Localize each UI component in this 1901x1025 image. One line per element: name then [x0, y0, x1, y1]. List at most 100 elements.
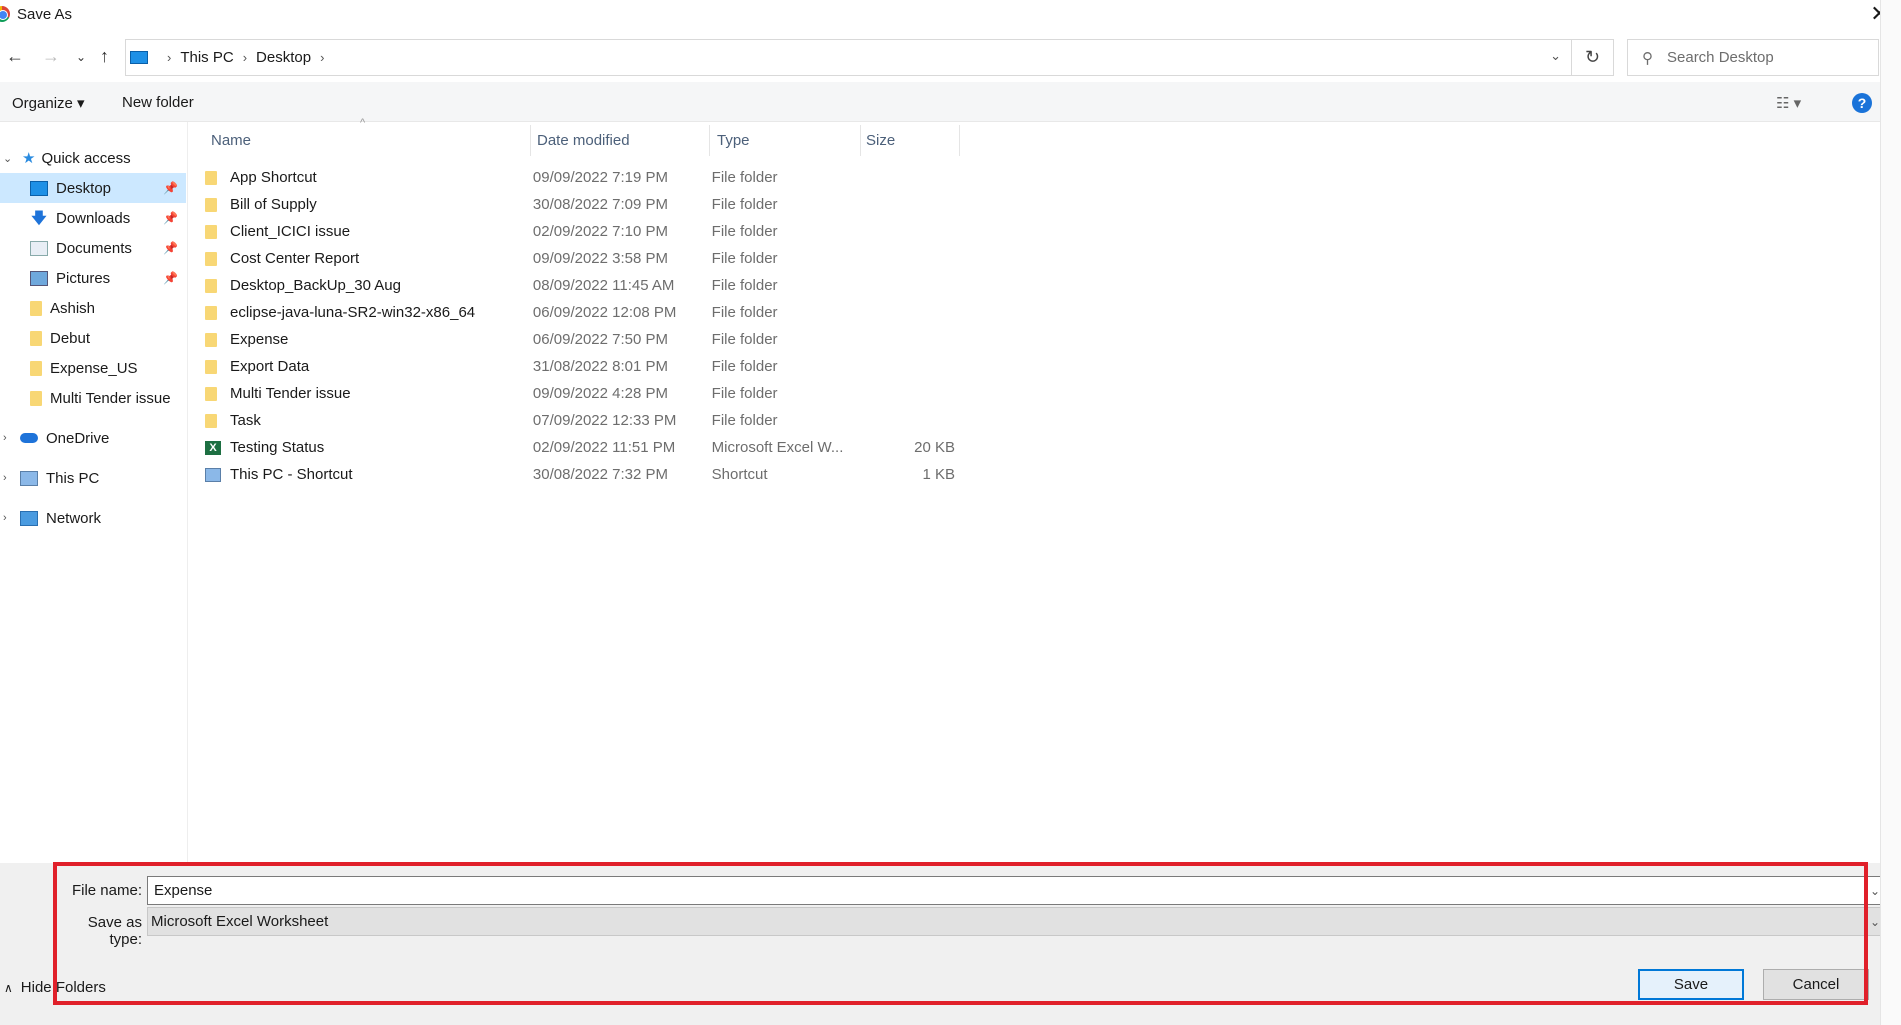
breadcrumb-this-pc[interactable]: This PC [180, 49, 233, 66]
folder-icon [205, 386, 217, 401]
file-name: Client_ICICI issue [230, 223, 351, 240]
window-title: Save As [17, 6, 73, 23]
file-type: Shortcut [711, 466, 768, 483]
file-row[interactable]: Cost Center Report 09/09/2022 3:58 PM File… [205, 245, 965, 272]
file-date: 06/09/2022 7:50 PM [532, 331, 669, 348]
folder-icon [205, 170, 217, 185]
organize-button[interactable]: Organize ▾ [12, 94, 85, 112]
new-folder-button[interactable]: New folder [122, 94, 194, 111]
nav-item-debut[interactable]: Debut [0, 323, 186, 353]
chevron-down-icon[interactable]: ⌄ [1870, 884, 1880, 898]
download-icon: 🡇 [31, 209, 47, 227]
address-bar[interactable]: › This PC › Desktop › ⌄ [125, 39, 1572, 76]
column-header-size[interactable]: Size [866, 132, 895, 163]
file-row[interactable]: Bill of Supply 30/08/2022 7:09 PM File fol… [205, 191, 965, 218]
file-type: File folder [711, 196, 778, 213]
nav-item-desktop[interactable]: Desktop 📌 [0, 173, 186, 203]
nav-network[interactable]: › Network [0, 503, 186, 533]
file-row[interactable]: Export Data 31/08/2022 8:01 PM File folder [205, 353, 965, 380]
file-row[interactable]: Desktop_BackUp_30 Aug 08/09/2022 11:45 AM… [205, 272, 965, 299]
nav-this-pc[interactable]: › This PC [0, 463, 186, 493]
folder-icon [30, 360, 42, 376]
pc-icon [130, 51, 148, 64]
file-type: File folder [711, 169, 778, 186]
cloud-icon [20, 433, 38, 443]
view-options-icon[interactable]: ☷ ▾ [1776, 94, 1801, 112]
file-row[interactable]: Expense 06/09/2022 7:50 PM File folder [205, 326, 965, 353]
desktop-icon [30, 180, 48, 196]
file-name: Testing Status [230, 439, 325, 456]
pictures-icon [30, 270, 48, 286]
search-icon: ⚲ [1642, 49, 1653, 67]
file-date: 07/09/2022 12:33 PM [532, 412, 677, 429]
recent-dropdown-icon[interactable]: ⌄ [76, 50, 86, 64]
nav-onedrive[interactable]: › OneDrive [0, 423, 186, 453]
sort-ascending-icon: ^ [360, 117, 366, 129]
documents-icon [30, 240, 48, 256]
file-row[interactable]: App Shortcut 09/09/2022 7:19 PM File folde… [205, 164, 965, 191]
file-name: Multi Tender issue [230, 385, 351, 402]
nav-item-ashish[interactable]: Ashish [0, 293, 186, 323]
file-date: 02/09/2022 11:51 PM [532, 439, 676, 456]
chevron-down-icon: ⌄ [3, 152, 13, 165]
column-header-date[interactable]: Date modified [537, 132, 630, 163]
excel-icon: X [205, 440, 221, 455]
file-name: Expense [230, 331, 289, 348]
file-row[interactable]: eclipse-java-luna-SR2-win32-x86_64 06/09/… [205, 299, 965, 326]
column-header-name[interactable]: Name [211, 132, 251, 163]
refresh-button[interactable]: ↻ [1572, 39, 1614, 76]
network-icon [20, 510, 38, 526]
file-date: 06/09/2022 12:08 PM [532, 304, 677, 321]
file-type: File folder [711, 223, 778, 240]
pin-icon: 📌 [163, 211, 178, 225]
file-type: Microsoft Excel W... [711, 439, 844, 456]
nav-item-documents[interactable]: Documents 📌 [0, 233, 186, 263]
chrome-icon [0, 6, 10, 22]
breadcrumb-desktop[interactable]: Desktop [256, 49, 311, 66]
file-date: 09/09/2022 3:58 PM [532, 250, 669, 267]
file-name: eclipse-java-luna-SR2-win32-x86_64 [230, 304, 476, 321]
highlight-annotation [53, 862, 1868, 1005]
chevron-down-icon[interactable]: ⌄ [1870, 915, 1880, 929]
chevron-right-icon: › [242, 50, 248, 65]
file-date: 08/09/2022 11:45 AM [532, 277, 675, 294]
nav-quick-access[interactable]: ⌄ ★ Quick access [0, 143, 186, 173]
chevron-right-icon: › [167, 50, 172, 65]
file-row[interactable]: Client_ICICI issue 02/09/2022 7:10 PM File… [205, 218, 965, 245]
file-row[interactable]: Task 07/09/2022 12:33 PM File folder [205, 407, 965, 434]
file-date: 09/09/2022 4:28 PM [532, 385, 669, 402]
folder-icon [205, 332, 217, 347]
chevron-right-icon: › [3, 432, 7, 444]
file-row[interactable]: X Testing Status 02/09/2022 11:51 PM Micros… [205, 434, 965, 461]
chevron-right-icon: › [3, 512, 7, 524]
back-icon[interactable]: ← [6, 46, 24, 67]
file-row[interactable]: This PC - Shortcut 30/08/2022 7:32 PM Shor… [205, 461, 965, 488]
file-name: Bill of Supply [230, 196, 317, 213]
folder-icon [205, 224, 217, 239]
scrollbar[interactable] [1880, 0, 1901, 1025]
title-bar: Save As [0, 0, 1901, 30]
file-type: File folder [711, 358, 778, 375]
nav-item-expense-us[interactable]: Expense_US [0, 353, 186, 383]
file-name: Cost Center Report [230, 250, 360, 267]
column-header-type[interactable]: Type [717, 132, 750, 163]
help-icon[interactable]: ? [1852, 93, 1872, 113]
forward-icon[interactable]: → [42, 46, 60, 67]
folder-icon [30, 330, 42, 346]
file-row[interactable]: Multi Tender issue 09/09/2022 4:28 PM File… [205, 380, 965, 407]
pin-icon: 📌 [163, 271, 178, 285]
chevron-down-icon[interactable]: ⌄ [1550, 48, 1561, 64]
folder-icon [205, 305, 217, 320]
search-input[interactable]: ⚲ Search Desktop [1627, 39, 1879, 76]
file-name: This PC - Shortcut [230, 466, 353, 483]
file-date: 30/08/2022 7:32 PM [532, 466, 669, 483]
nav-item-multi-tender[interactable]: Multi Tender issue [0, 383, 186, 413]
file-type: File folder [711, 331, 778, 348]
file-date: 30/08/2022 7:09 PM [532, 196, 669, 213]
file-date: 09/09/2022 7:19 PM [532, 169, 669, 186]
nav-item-pictures[interactable]: Pictures 📌 [0, 263, 186, 293]
file-type: File folder [711, 304, 778, 321]
up-icon[interactable]: ↑ [100, 46, 109, 67]
nav-item-downloads[interactable]: 🡇 Downloads 📌 [0, 203, 186, 233]
pc-icon [20, 470, 38, 486]
